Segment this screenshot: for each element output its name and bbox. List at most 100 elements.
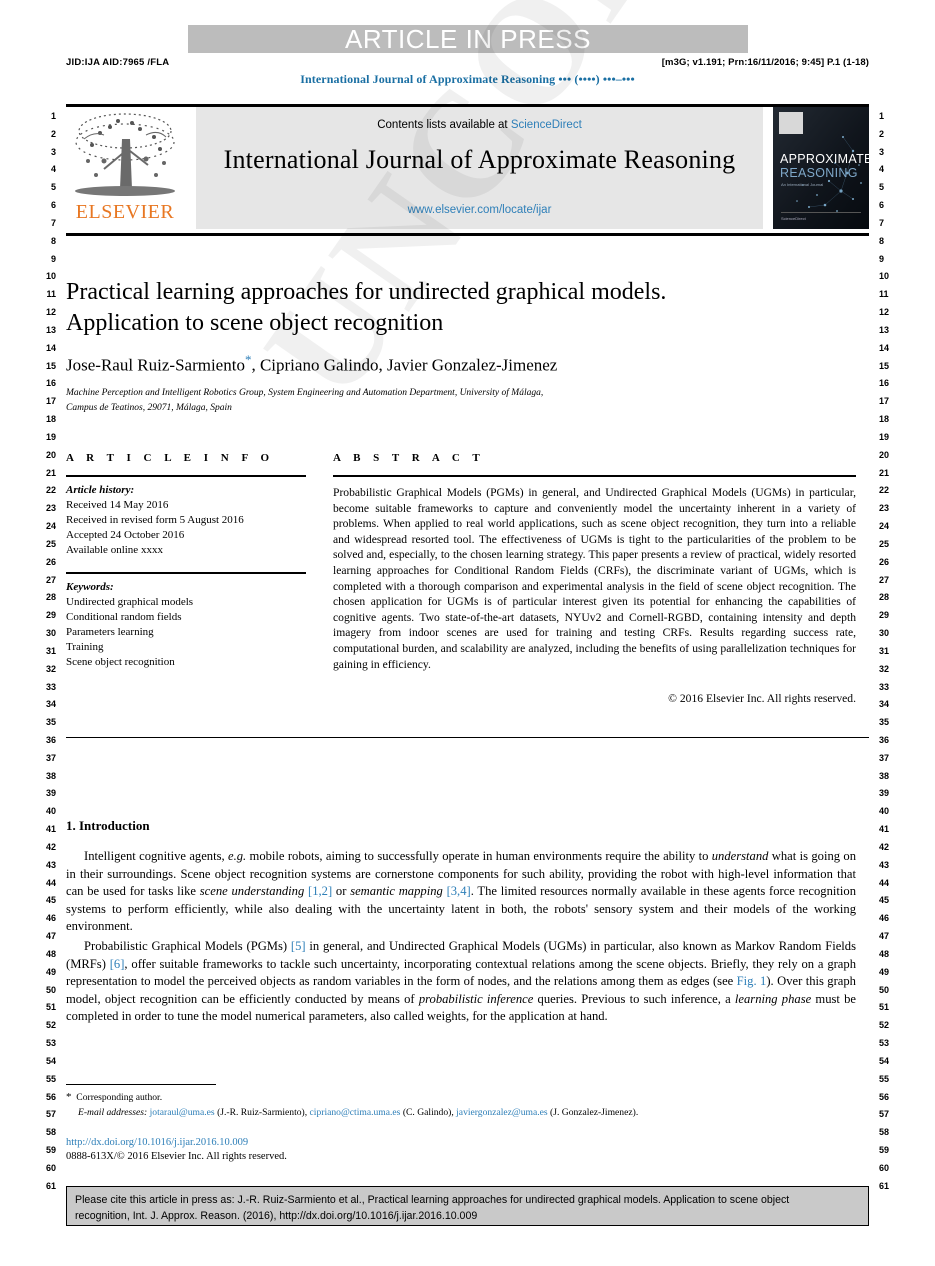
sciencedirect-link[interactable]: ScienceDirect — [511, 119, 582, 131]
line-number: 44 — [879, 877, 890, 888]
p1-em2: understand — [711, 849, 769, 863]
line-number: 23 — [45, 503, 56, 514]
journal-id-stamp: JID:IJA AID:7965 /FLA — [66, 57, 170, 68]
email-link-1[interactable]: jotaraul@uma.es — [150, 1107, 215, 1118]
line-number: 7 — [879, 217, 885, 228]
line-number: 15 — [45, 360, 56, 371]
footnote-block: * Corresponding author. E-mail addresses… — [66, 1090, 856, 1120]
doi-link[interactable]: http://dx.doi.org/10.1016/j.ijar.2016.10… — [66, 1136, 248, 1151]
section-heading-introduction: 1. Introduction — [66, 818, 150, 833]
line-number: 25 — [45, 538, 56, 549]
line-number: 29 — [45, 610, 56, 621]
line-number: 53 — [879, 1038, 890, 1049]
line-number: 2 — [879, 128, 885, 139]
line-number: 60 — [879, 1162, 890, 1173]
article-info-column: A R T I C L E I N F O Article history: R… — [66, 452, 306, 670]
line-number: 1 — [50, 111, 56, 121]
line-number: 8 — [879, 235, 885, 246]
line-number: 41 — [45, 824, 56, 835]
line-number: 19 — [45, 431, 56, 442]
line-number: 10 — [879, 271, 890, 282]
line-number: 21 — [879, 467, 890, 478]
abstract-column: A B S T R A C T Probabilistic Graphical … — [333, 452, 856, 707]
footnote-rule — [66, 1084, 216, 1085]
citation-link-1-2[interactable]: [1,2] — [308, 884, 332, 898]
journal-title: International Journal of Approximate Rea… — [223, 145, 736, 174]
email-owner-2: (C. Galindo), — [402, 1106, 454, 1118]
line-number: 14 — [45, 342, 56, 353]
line-number: 60 — [45, 1162, 56, 1173]
line-number: 25 — [879, 538, 890, 549]
line-number: 1 — [879, 111, 885, 121]
author-first: Jose-Raul Ruiz-Sarmiento — [66, 355, 245, 375]
line-number: 12 — [879, 307, 890, 318]
history-item: Received 14 May 2016 — [66, 499, 169, 511]
line-number: 6 — [879, 200, 885, 211]
line-number: 17 — [45, 396, 56, 407]
line-number: 4 — [879, 164, 885, 175]
keyword-item: Conditional random fields — [66, 611, 182, 623]
paragraph-1: Intelligent cognitive agents, e.g. mobil… — [66, 848, 856, 936]
history-item: Received in revised form 5 August 2016 — [66, 514, 244, 526]
line-number: 38 — [879, 770, 890, 781]
line-number: 38 — [45, 770, 56, 781]
line-number: 13 — [45, 324, 56, 335]
line-number: 30 — [879, 628, 890, 639]
figure-link-1[interactable]: Fig. 1 — [737, 974, 767, 988]
line-number: 48 — [45, 948, 56, 959]
email-link-2[interactable]: cipriano@ctima.uma.es — [310, 1107, 401, 1118]
line-number: 22 — [879, 485, 890, 496]
keyword-item: Scene object recognition — [66, 656, 175, 668]
article-history-label: Article history: — [66, 484, 135, 496]
line-number: 18 — [45, 414, 56, 425]
journal-masthead: ELSEVIER Contents lists available at Sci… — [66, 107, 869, 229]
corresponding-author-note: * Corresponding author. — [66, 1090, 856, 1106]
email-owner-1: (J.-R. Ruiz-Sarmiento), — [217, 1106, 308, 1118]
line-number: 58 — [45, 1127, 56, 1138]
journal-url-link[interactable]: www.elsevier.com/locate/ijar — [196, 204, 763, 216]
line-number: 13 — [879, 324, 890, 335]
line-number: 57 — [45, 1109, 56, 1120]
affiliation-line-1: Machine Perception and Intelligent Robot… — [66, 388, 544, 398]
citation-link-5[interactable]: [5] — [291, 939, 306, 953]
email-link-3[interactable]: javiergonzalez@uma.es — [456, 1107, 548, 1118]
title-line-2: Application to scene object recognition — [66, 310, 444, 336]
line-number: 49 — [879, 966, 890, 977]
article-in-press-label: ARTICLE IN PRESS — [345, 24, 591, 54]
line-number: 56 — [45, 1091, 56, 1102]
line-number: 24 — [879, 521, 890, 532]
keyword-item: Training — [66, 641, 104, 653]
line-number: 3 — [879, 146, 885, 157]
p1-seg1: Intelligent cognitive agents, — [84, 849, 228, 863]
cover-subtitle: An International Journal — [781, 182, 824, 187]
cover-title-line2: REASONING — [780, 166, 858, 180]
running-head: International Journal of Approximate Rea… — [300, 72, 635, 86]
line-number: 43 — [45, 859, 56, 870]
line-number: 21 — [45, 467, 56, 478]
line-number: 49 — [45, 966, 56, 977]
citation-link-6[interactable]: [6] — [110, 957, 125, 971]
line-number: 11 — [46, 289, 56, 300]
line-number: 42 — [879, 841, 890, 852]
history-item: Available online xxxx — [66, 544, 163, 556]
line-number: 44 — [45, 877, 56, 888]
line-number: 54 — [45, 1055, 56, 1066]
affiliation-line-2: Campus de Teatinos, 29071, Málaga, Spain — [66, 402, 232, 413]
citation-link-3-4[interactable]: [3,4] — [447, 884, 471, 898]
line-number: 52 — [45, 1020, 56, 1031]
line-number: 39 — [45, 788, 56, 799]
cover-footer-text: ScienceDirect — [781, 212, 861, 221]
p2-seg5: queries. Previous to such inference, a — [533, 991, 735, 1006]
line-number: 55 — [879, 1073, 890, 1084]
build-stamp: [m3G; v1.191; Prn:16/11/2016; 9:45] P.1 … — [661, 57, 869, 68]
line-number: 5 — [879, 182, 885, 193]
line-number: 31 — [879, 645, 890, 656]
line-number: 20 — [45, 449, 56, 460]
line-number: 34 — [879, 699, 890, 710]
line-number: 16 — [879, 378, 890, 389]
line-number: 47 — [879, 931, 890, 942]
paper-page: UNCORRECTED PROOF ARTICLE IN PRESS JID:I… — [0, 0, 935, 1266]
history-item: Accepted 24 October 2016 — [66, 529, 185, 541]
line-number: 42 — [45, 841, 56, 852]
email-label: E-mail addresses: — [78, 1106, 148, 1118]
